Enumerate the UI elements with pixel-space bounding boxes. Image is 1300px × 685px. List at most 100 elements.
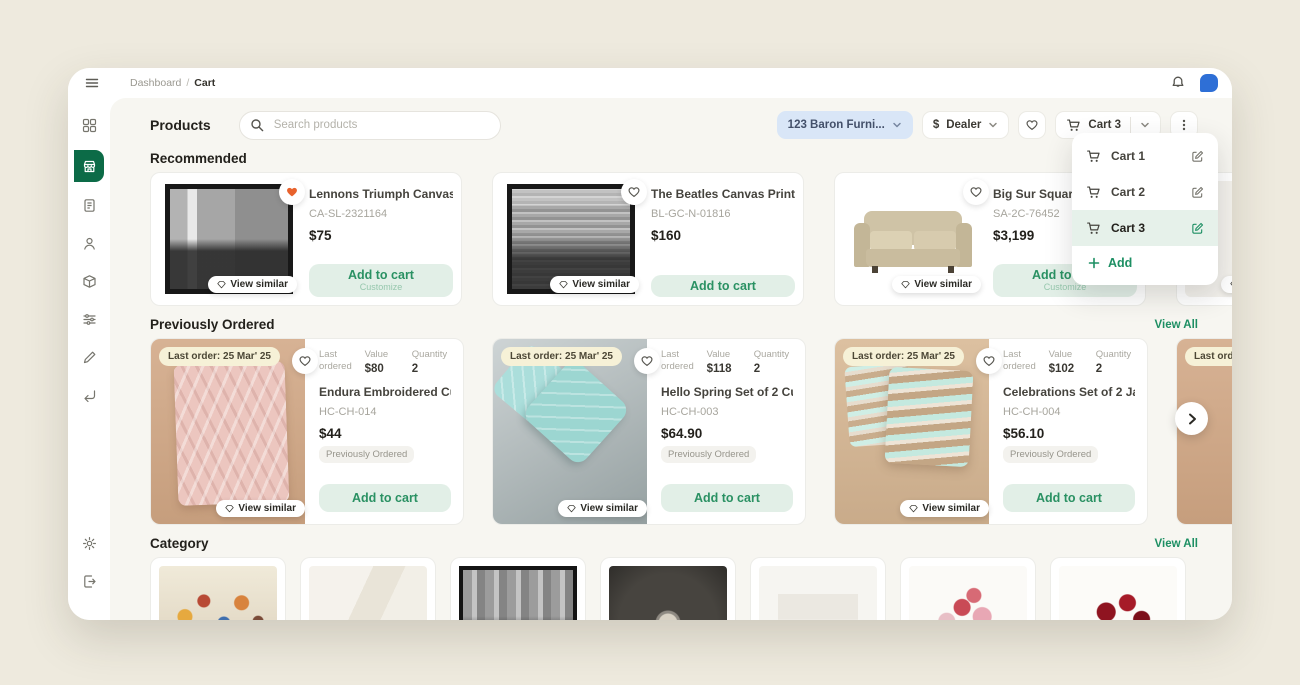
product-title: Celebrations Set of 2 Jacq... (1003, 385, 1135, 399)
customers-icon[interactable] (76, 230, 102, 256)
edit-icon[interactable] (1191, 222, 1204, 235)
chevron-right-icon (1186, 413, 1198, 425)
category-card[interactable] (900, 557, 1036, 620)
view-all-link[interactable]: View All (1155, 538, 1198, 550)
favorite-button[interactable] (976, 348, 1002, 374)
cart-menu-label: Cart 3 (1111, 221, 1181, 235)
category-card[interactable] (300, 557, 436, 620)
product-title: Hello Spring Set of 2 Cushi... (661, 385, 793, 399)
product-info: Last ordered Value$102 Quantity2 Celebra… (989, 339, 1147, 524)
favorite-button[interactable] (963, 179, 989, 205)
logout-icon[interactable] (76, 568, 102, 594)
chevron-down-icon (892, 120, 902, 130)
search-input[interactable] (239, 111, 501, 140)
category-card[interactable] (750, 557, 886, 620)
dealer-dropdown[interactable]: $ Dealer (922, 111, 1010, 139)
favorite-button[interactable] (292, 348, 318, 374)
view-similar-button[interactable]: View similar (892, 276, 981, 293)
pen-icon[interactable] (76, 344, 102, 370)
quantity: 2 (1096, 363, 1135, 375)
ordered-product-card: Last order: 25 Mar' 25 View similar (492, 338, 806, 525)
favorite-button[interactable] (634, 348, 660, 374)
view-all-link[interactable]: View All (1155, 319, 1198, 331)
add-to-cart-button[interactable]: Add to cart (661, 484, 793, 512)
returns-icon[interactable] (76, 382, 102, 408)
menu-icon[interactable] (84, 75, 100, 91)
favorite-button[interactable] (621, 179, 647, 205)
quantity: 2 (412, 363, 451, 375)
cart-menu-label: Cart 2 (1111, 185, 1181, 199)
favorite-button[interactable] (279, 179, 305, 205)
category-card[interactable] (600, 557, 736, 620)
add-to-cart-label: Add to cart (352, 491, 418, 505)
value-label: Value (707, 349, 746, 361)
gem-icon (567, 504, 576, 513)
products-toolbar: Products 123 Baron Furni... $ Dealer (150, 110, 1232, 140)
value-label: Value (365, 349, 404, 361)
product-image: View similar (159, 181, 299, 297)
add-to-cart-button[interactable]: Add to cart (1003, 484, 1135, 512)
breadcrumb-cart: Cart (194, 77, 215, 89)
view-similar-button[interactable]: View similar (1221, 276, 1232, 293)
invoice-icon[interactable] (76, 192, 102, 218)
filters-sliders-icon[interactable] (76, 306, 102, 332)
quantity: 2 (754, 363, 793, 375)
next-carousel-button[interactable] (1175, 402, 1208, 435)
product-sku: HC-CH-003 (661, 406, 793, 418)
view-similar-button[interactable]: View similar (550, 276, 639, 293)
cart-menu-item-3-active[interactable]: Cart 3 (1072, 210, 1218, 246)
view-similar-button[interactable]: View similar (208, 276, 297, 293)
add-to-cart-button[interactable]: Add to cart Customize (309, 264, 453, 297)
last-ordered-label: Last ordered (319, 349, 357, 373)
add-cart-label: Add (1108, 256, 1132, 270)
products-shop-icon[interactable] (74, 150, 104, 182)
product-sku: HC-CH-014 (319, 406, 451, 418)
previously-ordered-row: Last order: 25 Mar' 25 View similar (150, 338, 1232, 525)
category-card[interactable] (150, 557, 286, 620)
view-similar-button[interactable]: View similar (558, 500, 647, 517)
value: $102 (1049, 363, 1088, 375)
organization-dropdown[interactable]: 123 Baron Furni... (777, 111, 913, 139)
order-stats: Last ordered Value$80 Quantity2 (319, 349, 451, 375)
product-info: The Beatles Canvas Print BL-GC-N-01816 $… (651, 181, 795, 297)
category-row (150, 557, 1232, 620)
previously-ordered-chip: Previously Ordered (1003, 446, 1098, 463)
chat-bubble-icon[interactable] (1200, 74, 1218, 92)
cart-menu-item-2[interactable]: Cart 2 (1072, 174, 1218, 210)
section-title: Previously Ordered (150, 317, 275, 332)
product-title: Endura Embroidered Cushi... (319, 385, 451, 399)
add-cart-button[interactable]: Add (1072, 246, 1218, 280)
cart-menu-item-1[interactable]: Cart 1 (1072, 138, 1218, 174)
view-similar-label: View similar (580, 503, 638, 514)
edit-icon[interactable] (1191, 150, 1204, 163)
add-to-cart-button[interactable]: Add to cart (319, 484, 451, 512)
previously-ordered-chip: Previously Ordered (319, 446, 414, 463)
edit-icon[interactable] (1191, 186, 1204, 199)
plus-icon (1088, 257, 1100, 269)
category-card[interactable] (450, 557, 586, 620)
customize-label: Customize (360, 282, 403, 293)
notification-bell-icon[interactable] (1170, 75, 1186, 91)
search-wrap (239, 111, 501, 140)
view-similar-button[interactable]: View similar (216, 500, 305, 517)
ordered-product-card: Last order: 25 Mar' 25 View similar (834, 338, 1148, 525)
kebab-menu-icon (1177, 118, 1191, 132)
product-card: View similar The Beatles Canvas Print BL… (492, 172, 804, 306)
packages-icon[interactable] (76, 268, 102, 294)
favorites-button[interactable] (1018, 111, 1046, 139)
gem-icon (217, 280, 226, 289)
product-card: View similar Lennons Triumph Canvas Prin… (150, 172, 462, 306)
add-to-cart-button[interactable]: Add to cart (651, 275, 795, 297)
cart-icon (1086, 185, 1101, 200)
product-price: $75 (309, 228, 453, 243)
view-similar-button[interactable]: View similar (900, 500, 989, 517)
white-marble-image (309, 566, 427, 620)
category-card[interactable] (1050, 557, 1186, 620)
view-similar-label: View similar (922, 503, 980, 514)
dashboard-icon[interactable] (76, 112, 102, 138)
breadcrumb-dashboard[interactable]: Dashboard (130, 77, 181, 89)
recommended-header: Recommended (150, 151, 1232, 166)
settings-gear-icon[interactable] (76, 530, 102, 556)
recommended-row: View similar Lennons Triumph Canvas Prin… (150, 172, 1232, 306)
product-price: $64.90 (661, 426, 793, 441)
